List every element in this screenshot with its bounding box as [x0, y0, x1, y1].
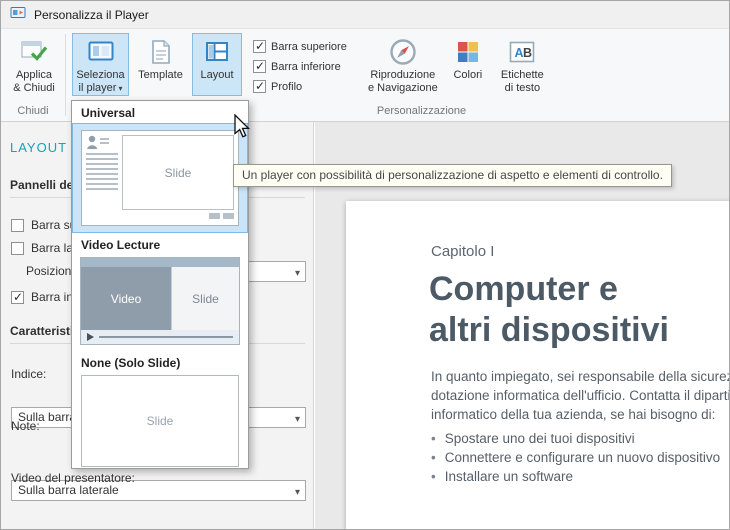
playback-label-1: Riproduzione [370, 69, 435, 82]
slide-title: Computer e altri dispositivi [429, 269, 669, 351]
bullet-text: Spostare uno dei tuoi dispositivi [445, 429, 635, 448]
apply-close-button[interactable]: Applica & Chiudi [7, 33, 61, 96]
layout-icon [204, 37, 230, 67]
universal-option-label: Universal [72, 101, 248, 123]
sidebar-top-bar-checkbox[interactable] [11, 219, 24, 232]
panel-title: LAYOUT [10, 140, 67, 155]
group-label-close: Chiudi [1, 105, 65, 121]
bullet-text: Connettere e configurare un nuovo dispos… [445, 448, 720, 467]
top-bar-checkbox-label: Barra superiore [271, 41, 347, 53]
universal-thumbnail: Slide [81, 130, 239, 226]
select-player-label-2: il player▾ [79, 82, 123, 95]
universal-thumb-slide-label: Slide [122, 135, 234, 210]
list-item: • Spostare uno dei tuoi dispositivi [431, 429, 720, 448]
top-bar-checkbox-row[interactable]: Barra superiore [253, 40, 347, 53]
select-player-label-1: Seleziona [76, 69, 124, 82]
template-icon [149, 37, 173, 67]
universal-thumb-controls [122, 213, 234, 221]
layout-button[interactable]: Layout [192, 33, 242, 96]
bullet-text: Installare un software [445, 467, 573, 486]
slide-title-line-2: altri dispositivi [429, 310, 669, 351]
bullet-icon: • [431, 448, 436, 467]
sidebar-side-bar-checkbox[interactable] [11, 242, 24, 255]
profile-checkbox[interactable] [253, 80, 266, 93]
compass-icon [389, 37, 417, 67]
slide-body-line-1: In quanto impiegato, sei responsabile de… [431, 367, 730, 386]
palette-icon [456, 37, 480, 67]
text-labels-button[interactable]: A B Etichette di testo [494, 33, 551, 96]
play-icon [87, 333, 94, 341]
apply-close-label-2: & Chiudi [13, 82, 55, 95]
video-lecture-thumb-topbar [81, 258, 239, 267]
none-thumb-slide-label: Slide [147, 414, 174, 428]
top-bar-checkbox[interactable] [253, 40, 266, 53]
video-lecture-thumbnail: Video Slide [80, 257, 240, 345]
sidebar-bottom-bar-checkbox[interactable] [11, 291, 24, 304]
template-button[interactable]: Template [132, 33, 189, 96]
bottom-bar-checkbox-row[interactable]: Barra inferiore [253, 60, 347, 73]
bottom-bar-checkbox[interactable] [253, 60, 266, 73]
slide-paragraph: In quanto impiegato, sei responsabile de… [431, 367, 730, 424]
video-lecture-option-label: Video Lecture [72, 233, 248, 255]
svg-text:B: B [523, 46, 532, 60]
customize-player-window: Personalizza il Player Applica & Chiudi [0, 0, 730, 530]
video-lecture-thumb-controls [81, 330, 239, 344]
playback-label-2: e Navigazione [368, 82, 438, 95]
text-labels-label-2: di testo [505, 82, 540, 95]
colors-button[interactable]: Colori [445, 33, 491, 96]
none-option[interactable]: Slide [81, 375, 239, 467]
bullet-icon: • [431, 429, 436, 448]
none-option-label: None (Solo Slide) [72, 351, 248, 373]
ribbon-group-close: Applica & Chiudi Chiudi [1, 29, 65, 121]
slide-body-line-3: informatico della tua azienda, se hai bi… [431, 405, 730, 424]
slide-chapter: Capitolo I [431, 243, 494, 260]
video-lecture-thumb-video-label: Video [81, 267, 171, 330]
list-item: • Installare un software [431, 467, 720, 486]
video-lecture-thumb-slide-label: Slide [171, 267, 239, 330]
index-label: Indice: [11, 367, 46, 381]
layout-label: Layout [200, 69, 233, 82]
template-label: Template [138, 69, 183, 82]
titlebar: Personalizza il Player [1, 1, 729, 29]
panel-checkbox-column: Barra superiore Barra inferiore Profilo [245, 33, 353, 93]
ab-text-icon: A B [509, 37, 535, 67]
universal-option[interactable]: Slide [72, 123, 248, 233]
text-labels-label-1: Etichette [501, 69, 544, 82]
list-item: • Connettere e configurare un nuovo dispo… [431, 448, 720, 467]
player-selection-menu: Universal Slide [71, 100, 249, 469]
tooltip: Un player con possibilità di personalizz… [233, 164, 672, 187]
universal-thumb-sidebar [86, 135, 118, 221]
video-lecture-option[interactable]: Video Slide [72, 255, 248, 351]
slide-bullet-list: • Spostare uno dei tuoi dispositivi • Conn… [431, 429, 720, 486]
slide-body-line-2: dotazione informatica dell'ufficio. Cont… [431, 386, 730, 405]
slide-page: Capitolo I Computer e altri dispositivi … [346, 201, 730, 530]
presenter-avatar-icon [86, 135, 110, 150]
select-player-button[interactable]: Seleziona il player▾ [72, 33, 129, 96]
apply-close-icon [20, 37, 48, 67]
playback-navigation-button[interactable]: Riproduzione e Navigazione [364, 33, 442, 96]
presenter-video-label: Video del presentatore: [11, 471, 135, 485]
apply-close-label-1: Applica [16, 69, 52, 82]
profile-checkbox-label: Profilo [271, 81, 302, 93]
slide-title-line-1: Computer e [429, 269, 669, 310]
bottom-bar-checkbox-label: Barra inferiore [271, 61, 341, 73]
notes-label: Note: [11, 419, 40, 433]
dropdown-arrow-icon: ▾ [118, 84, 122, 93]
progress-bar [99, 336, 233, 338]
profile-checkbox-row[interactable]: Profilo [253, 80, 347, 93]
colors-label: Colori [453, 69, 482, 82]
window-title: Personalizza il Player [34, 8, 149, 22]
bullet-icon: • [431, 467, 436, 486]
player-icon [87, 37, 115, 67]
customize-player-icon [10, 5, 26, 24]
